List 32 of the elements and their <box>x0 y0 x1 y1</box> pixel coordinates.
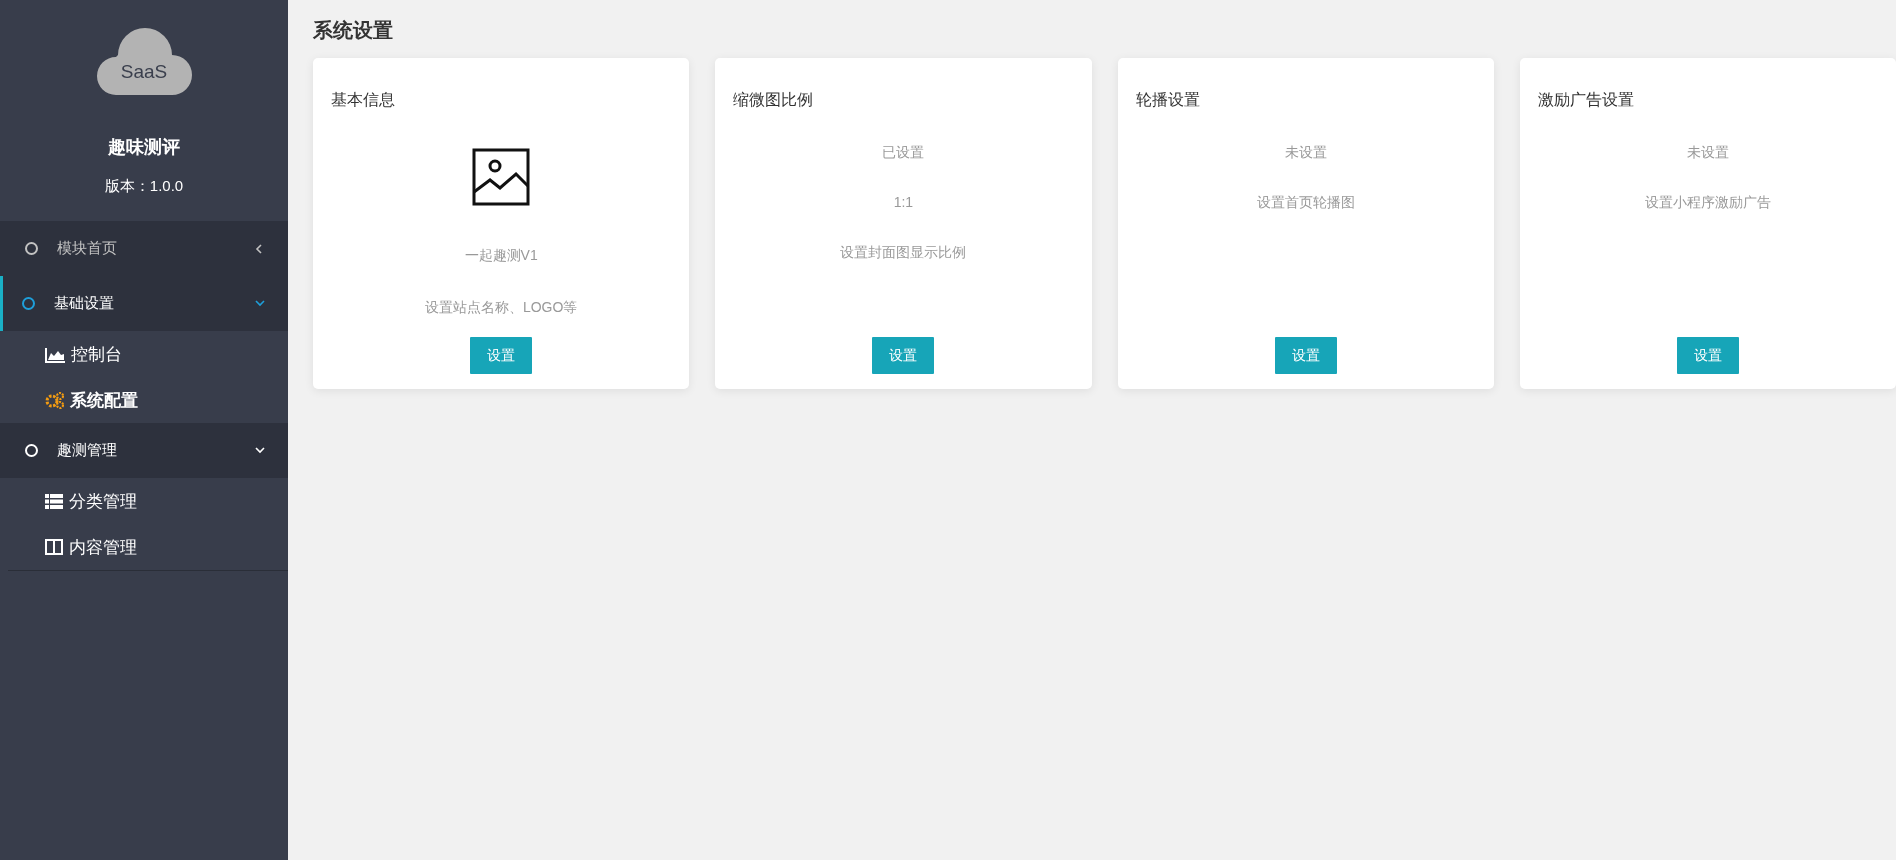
card-text: 设置首页轮播图 <box>1256 193 1355 212</box>
card-title: 激励广告设置 <box>1537 90 1635 110</box>
app-name: 趣味测评 <box>108 136 180 159</box>
columns-icon <box>45 539 63 555</box>
menu-group[interactable]: 基础设置 <box>0 276 288 331</box>
card-text: 已设置 <box>882 143 925 162</box>
card-title: 轮播设置 <box>1135 90 1201 110</box>
menu-item[interactable]: 内容管理 <box>0 524 288 570</box>
card-text: 设置站点名称、LOGO等 <box>424 298 578 317</box>
image-icon <box>472 148 531 206</box>
list-icon <box>45 492 63 510</box>
circle-icon <box>25 242 38 255</box>
card-text: 未设置 <box>1686 143 1729 162</box>
menu-group[interactable]: 趣测管理 <box>0 423 288 478</box>
card-text: 设置封面图显示比例 <box>840 243 967 262</box>
circle-icon <box>25 444 38 457</box>
card-text: 一起趣测V1 <box>464 246 538 265</box>
version-label: 版本：1.0.0 <box>104 177 184 196</box>
card-text: 未设置 <box>1284 143 1327 162</box>
area-chart-icon <box>45 345 65 363</box>
menu-group[interactable]: 模块首页 <box>0 221 288 276</box>
card-title: 基本信息 <box>331 90 396 110</box>
card-title: 缩微图比例 <box>733 90 815 110</box>
menu-item[interactable]: 控制台 <box>0 331 288 377</box>
page-title: 系统设置 <box>313 18 394 43</box>
card-text: 设置小程序激励广告 <box>1644 193 1771 212</box>
card-text: 1:1 <box>893 193 914 212</box>
circle-icon <box>22 297 35 310</box>
menu-item[interactable]: 分类管理 <box>0 478 288 524</box>
menu-item[interactable]: 系统配置 <box>0 377 288 423</box>
cloud-logo: SaaS <box>96 25 192 95</box>
gears-icon <box>45 391 64 409</box>
